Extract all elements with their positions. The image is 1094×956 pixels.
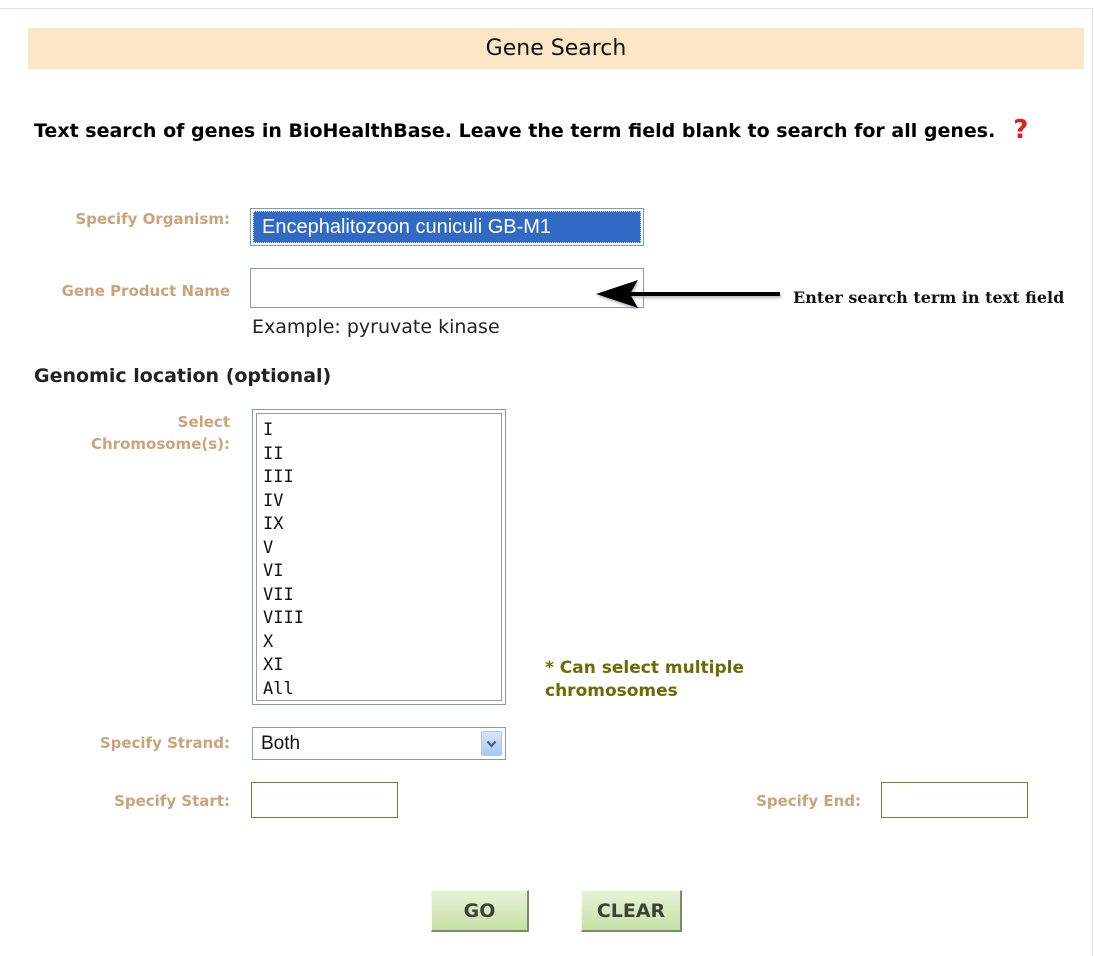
intro-text-block: Text search of genes in BioHealthBase. L… [34,113,1044,148]
chromosome-label: Select Chromosome(s): [91,413,230,453]
chromosome-option-iii[interactable]: III [263,466,501,490]
chromosome-option-i[interactable]: I [263,419,501,443]
gene-product-label: Gene Product Name [61,282,230,300]
chromosome-option-ii[interactable]: II [263,443,501,467]
chromosome-option-ix[interactable]: IX [263,513,501,537]
genomic-location-heading: Genomic location (optional) [34,365,332,387]
multi-select-note: * Can select multiple chromosomes [545,657,825,703]
chromosome-option-all[interactable]: All [263,678,501,701]
strand-selected-value: Both [261,732,301,754]
chevron-down-icon[interactable] [481,731,502,756]
annotation-text: Enter search term in text field [793,288,1065,307]
chromosome-option-x[interactable]: X [263,631,501,655]
go-button[interactable]: GO [431,890,529,932]
chromosome-option-iv[interactable]: IV [263,490,501,514]
strand-select[interactable]: Both [252,727,506,760]
page-title: Gene Search [485,36,627,61]
chromosome-list: I II III IV IX V VI VII VIII X XI All [256,413,502,701]
page-title-bar: Gene Search [28,28,1084,69]
end-input[interactable] [881,782,1028,818]
gene-product-input[interactable] [250,268,644,308]
end-label: Specify End: [756,792,861,810]
chevron-down-glyph [486,740,497,748]
clear-button[interactable]: CLEAR [581,890,682,932]
annotation-arrow-icon [596,280,780,308]
chromosome-option-viii[interactable]: VIII [263,607,501,631]
help-icon[interactable]: ? [1013,115,1028,145]
chromosome-option-v[interactable]: V [263,537,501,561]
organism-selected-value: Encephalitozoon cuniculi GB-M1 [253,211,641,243]
chromosome-listbox[interactable]: I II III IV IX V VI VII VIII X XI All [252,409,506,705]
intro-text: Text search of genes in BioHealthBase. L… [34,120,996,142]
chromosome-option-vi[interactable]: VI [263,560,501,584]
multi-select-note-text: * Can select multiple chromosomes [545,658,745,701]
organism-label: Specify Organism: [75,210,230,228]
start-input[interactable] [251,782,398,818]
chromosome-option-xi[interactable]: XI [263,654,501,678]
gene-product-example: Example: pyruvate kinase [252,316,500,338]
organism-select[interactable]: Encephalitozoon cuniculi GB-M1 [250,208,644,246]
chromosome-option-vii[interactable]: VII [263,584,501,608]
strand-label: Specify Strand: [99,734,230,752]
start-label: Specify Start: [114,792,230,810]
